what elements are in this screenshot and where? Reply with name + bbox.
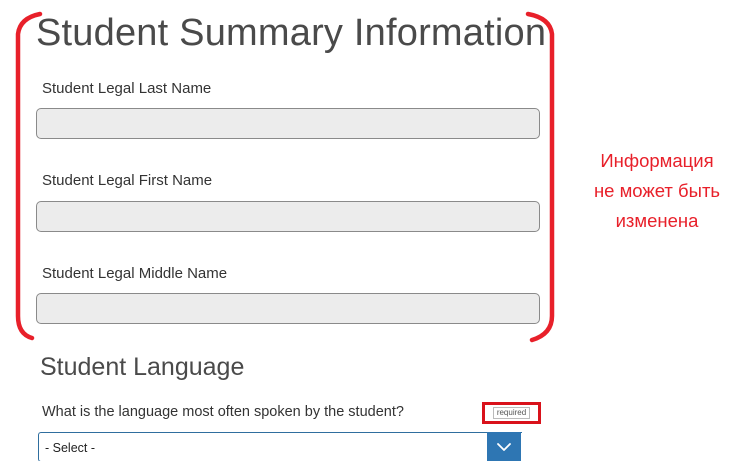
section-title-language: Student Language <box>40 353 245 381</box>
annotation-note: Информация не может быть изменена <box>572 146 742 236</box>
label-first-name: Student Legal First Name <box>42 172 213 189</box>
bracket-left <box>15 11 43 341</box>
annotation-line-3: изменена <box>615 210 699 231</box>
first-name-field[interactable] <box>36 201 540 232</box>
section-title-summary: Student Summary Information <box>36 12 547 54</box>
page: Student Summary Information Student Lega… <box>0 0 756 461</box>
annotation-line-2: не может быть <box>593 180 721 201</box>
chevron-down-icon <box>497 443 511 451</box>
label-last-name: Student Legal Last Name <box>42 80 212 97</box>
label-middle-name: Student Legal Middle Name <box>42 265 228 282</box>
language-select[interactable]: - Select - <box>38 432 522 461</box>
select-dropdown-button[interactable] <box>487 432 521 461</box>
annotation-line-1: Информация <box>600 150 714 171</box>
last-name-field[interactable] <box>36 108 540 139</box>
language-question: What is the language most often spoken b… <box>42 404 404 420</box>
select-value: - Select - <box>45 441 96 455</box>
middle-name-field[interactable] <box>36 293 540 324</box>
required-label: required <box>492 407 531 419</box>
bracket-right <box>525 11 555 343</box>
required-badge: required <box>482 402 541 424</box>
